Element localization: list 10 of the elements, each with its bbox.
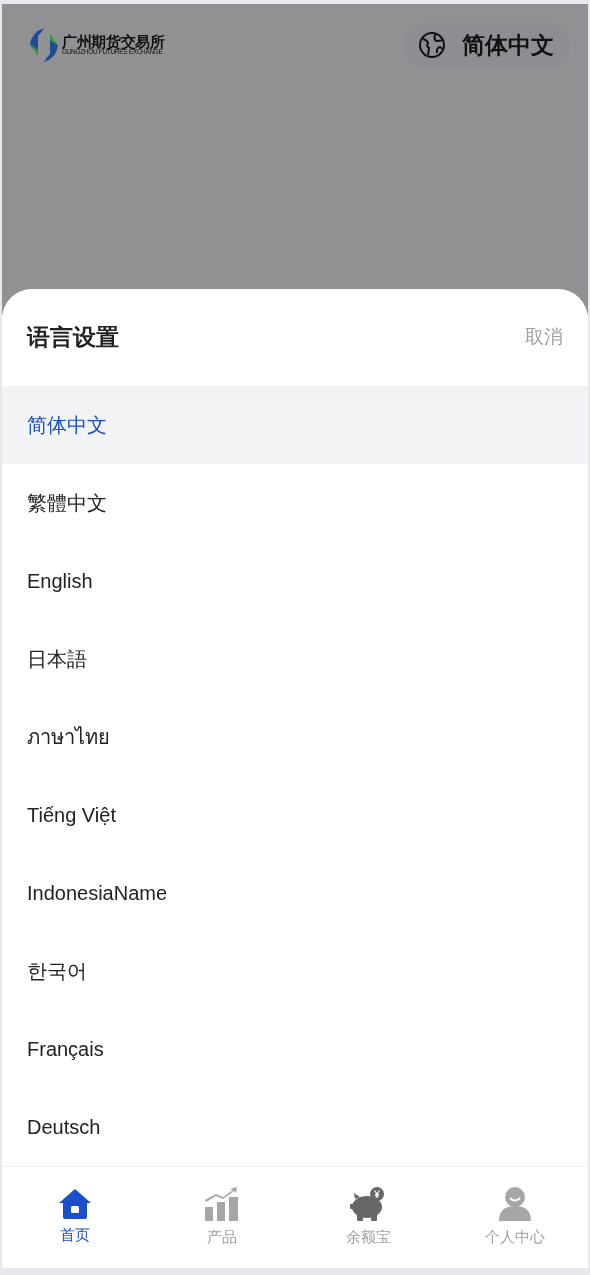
bar-chart-icon: [203, 1186, 240, 1223]
language-option[interactable]: 简体中文: [2, 386, 588, 464]
logo-name: 广州期货交易所: [62, 34, 165, 50]
language-button[interactable]: 简体中文: [402, 22, 570, 69]
logo-icon: [28, 26, 60, 64]
person-icon: [496, 1186, 533, 1223]
home-icon: [58, 1188, 93, 1221]
globe-icon: [418, 31, 446, 60]
sheet-title: 语言设置: [27, 323, 119, 353]
nav-tab[interactable]: 首页: [2, 1188, 149, 1247]
